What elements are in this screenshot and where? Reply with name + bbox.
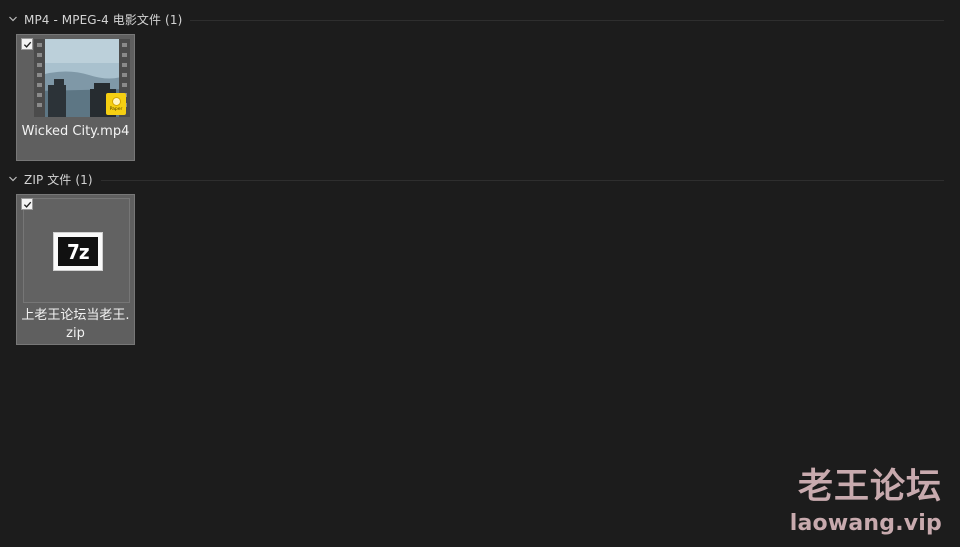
chevron-down-icon[interactable] xyxy=(6,172,20,186)
paper-logo-icon xyxy=(111,96,121,106)
group-label: MP4 - MPEG-4 电影文件 (1) xyxy=(24,12,183,27)
film-strip-left xyxy=(34,39,45,117)
group-header-zip[interactable]: ZIP 文件 (1) xyxy=(6,169,944,189)
group-header-mp4[interactable]: MP4 - MPEG-4 电影文件 (1) xyxy=(6,9,944,29)
video-thumbnail: Paper xyxy=(34,39,130,117)
chevron-down-icon[interactable] xyxy=(6,12,20,26)
badge-label: Paper xyxy=(109,106,123,112)
watermark-url: laowang.vip xyxy=(789,511,942,536)
paper-app-badge: Paper xyxy=(106,93,126,115)
selection-checkbox[interactable] xyxy=(21,38,33,50)
group-label: ZIP 文件 (1) xyxy=(24,172,93,187)
file-name: 上老王论坛当老王.zip xyxy=(21,308,130,341)
file-name: Wicked City.mp4 xyxy=(21,124,130,139)
selection-checkbox[interactable] xyxy=(21,198,33,210)
group-divider xyxy=(190,19,944,21)
file-item-archive[interactable]: 7z 上老王论坛当老王.zip xyxy=(16,194,135,345)
archive-thumbnail: 7z xyxy=(23,198,130,303)
7zip-icon-text: 7z xyxy=(67,239,90,264)
watermark: 老王论坛 laowang.vip xyxy=(790,465,942,539)
watermark-chinese: 老王论坛 xyxy=(797,467,942,507)
group-divider xyxy=(100,179,944,181)
file-item-video[interactable]: Paper Wicked City.mp4 xyxy=(16,34,135,161)
7zip-icon: 7z xyxy=(53,232,103,271)
